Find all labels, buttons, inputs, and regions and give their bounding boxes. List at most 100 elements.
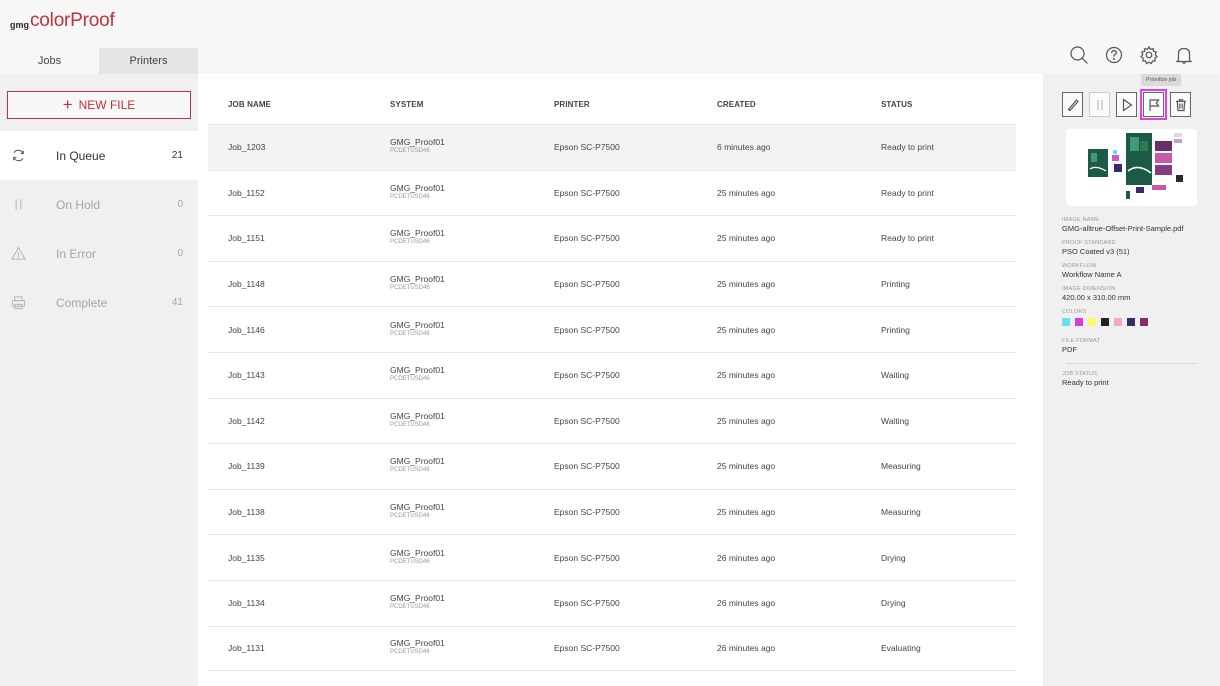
- system-cell: GMG_Proof01 PCDETUSD46: [390, 594, 445, 612]
- printer-cell: Epson SC-P7500: [554, 142, 620, 153]
- image-dimension-label: IMAGE DIMENSION: [1062, 286, 1116, 292]
- details-divider: [1066, 363, 1197, 364]
- printer-cell: Epson SC-P7500: [554, 233, 620, 244]
- system-name: GMG_Proof01: [390, 319, 445, 330]
- main-tabs: Jobs Printers: [0, 48, 198, 74]
- table-row[interactable]: Job_1203 GMG_Proof01 PCDETUSD46 Epson SC…: [208, 124, 1016, 170]
- table-row[interactable]: Job_1148 GMG_Proof01 PCDETUSD46 Epson SC…: [208, 260, 1016, 307]
- sidebar-item-label: On Hold: [56, 197, 101, 212]
- system-name: GMG_Proof01: [390, 228, 445, 239]
- proof-standard-value: PSO Coated v3 (51): [1062, 247, 1130, 256]
- system-code: PCDETUSD46: [390, 376, 430, 383]
- job-name-cell: Job_1203: [228, 142, 266, 153]
- workflow-value: Workflow Name A: [1062, 270, 1122, 279]
- delete-button[interactable]: [1170, 92, 1191, 117]
- system-code: PCDETUSD46: [390, 193, 430, 200]
- edit-icon: [1067, 98, 1079, 111]
- top-toolbar: [1068, 44, 1195, 66]
- status-cell: Drying: [881, 598, 906, 609]
- job-name-cell: Job_1152: [228, 187, 265, 198]
- table-row[interactable]: Job_1139 GMG_Proof01 PCDETUSD46 Epson SC…: [208, 443, 1016, 489]
- table-row[interactable]: Job_1146 GMG_Proof01 PCDETUSD46 Epson SC…: [208, 306, 1016, 352]
- system-name: GMG_Proof01: [390, 456, 445, 467]
- column-header-job-name[interactable]: JOB NAME: [228, 100, 271, 109]
- notification-bell-icon[interactable]: [1173, 44, 1195, 66]
- system-cell: GMG_Proof01 PCDETUSD46: [390, 457, 445, 475]
- job-name-cell: Job_1134: [228, 598, 265, 609]
- jobs-table: JOB NAME SYSTEM PRINTER CREATED STATUS J…: [198, 74, 1043, 686]
- color-swatch: [1114, 318, 1122, 326]
- system-code: PCDETUSD46: [390, 330, 430, 337]
- table-row[interactable]: Job_1151 GMG_Proof01 PCDETUSD46 Epson SC…: [208, 215, 1016, 261]
- color-swatch: [1075, 318, 1083, 326]
- table-row[interactable]: Job_1138 GMG_Proof01 PCDETUSD46 Epson SC…: [208, 488, 1016, 535]
- settings-icon[interactable]: [1138, 44, 1160, 66]
- proof-standard-label: PROOF STANDARD: [1062, 240, 1116, 246]
- system-cell: GMG_Proof01 PCDETUSD46: [390, 319, 445, 339]
- column-header-printer[interactable]: PRINTER: [554, 100, 590, 109]
- help-icon[interactable]: [1103, 44, 1125, 66]
- system-cell: GMG_Proof01 PCDETUSD46: [390, 275, 445, 293]
- sidebar-item-label: In Queue: [56, 148, 106, 163]
- job-name-cell: Job_1148: [228, 279, 265, 290]
- job-status-label: JOB STATUS: [1062, 371, 1098, 377]
- prioritize-job-button[interactable]: [1140, 89, 1167, 120]
- created-cell: 25 minutes ago: [717, 279, 776, 290]
- sidebar: + NEW FILE In Queue 21 On Hold 0 In Erro…: [0, 74, 198, 686]
- tab-jobs[interactable]: Jobs: [0, 48, 99, 74]
- system-cell: GMG_Proof01 PCDETUSD46: [390, 548, 445, 567]
- image-name-field: IMAGE NAME GMG-alltrue-Offset-Print-Samp…: [1062, 217, 1212, 233]
- created-cell: 26 minutes ago: [717, 643, 776, 654]
- color-swatch: [1127, 318, 1135, 326]
- system-cell: GMG_Proof01 PCDETUSD46: [390, 639, 445, 657]
- table-row[interactable]: Job_1152 GMG_Proof01 PCDETUSD46 Epson SC…: [208, 169, 1016, 216]
- column-header-created[interactable]: CREATED: [717, 100, 756, 109]
- file-format-label: FILE FORMAT: [1062, 338, 1101, 344]
- image-name-value: GMG-alltrue-Offset-Print-Sample.pdf: [1062, 224, 1184, 233]
- sidebar-item-label: In Error: [56, 246, 97, 261]
- edit-button[interactable]: [1062, 92, 1083, 117]
- table-row[interactable]: Job_1143 GMG_Proof01 PCDETUSD46 Epson SC…: [208, 351, 1016, 398]
- sidebar-item-label: Complete: [56, 295, 108, 310]
- table-row[interactable]: Job_1142 GMG_Proof01 PCDETUSD46 Epson SC…: [208, 397, 1016, 444]
- status-cell: Drying: [881, 552, 906, 563]
- table-row[interactable]: Job_1131 GMG_Proof01 PCDETUSD46 Epson SC…: [208, 625, 1016, 672]
- created-cell: 6 minutes ago: [717, 142, 771, 153]
- new-file-button[interactable]: + NEW FILE: [7, 91, 191, 119]
- new-file-label: NEW FILE: [78, 98, 136, 112]
- printer-icon: [10, 295, 26, 311]
- sidebar-item-count: 21: [171, 150, 183, 161]
- job-name-cell: Job_1135: [228, 552, 265, 563]
- system-cell: GMG_Proof01 PCDETUSD46: [390, 366, 445, 384]
- job-name-cell: Job_1138: [228, 507, 265, 518]
- table-header: JOB NAME SYSTEM PRINTER CREATED STATUS: [198, 88, 1016, 124]
- job-info: IMAGE NAME GMG-alltrue-Offset-Print-Samp…: [1062, 217, 1212, 394]
- color-swatches: [1062, 318, 1212, 326]
- created-cell: 25 minutes ago: [717, 370, 776, 381]
- created-cell: 25 minutes ago: [717, 324, 776, 335]
- prioritize-tooltip: Prioritize job: [1141, 74, 1182, 86]
- play-button[interactable]: [1116, 92, 1137, 117]
- sidebar-item-in-queue[interactable]: In Queue 21: [0, 131, 198, 180]
- file-format-value: PDF: [1062, 345, 1077, 354]
- column-header-status[interactable]: STATUS: [881, 100, 912, 109]
- system-cell: GMG_Proof01 PCDETUSD46: [390, 182, 445, 202]
- pause-icon: [10, 197, 26, 213]
- pause-button[interactable]: [1089, 92, 1110, 117]
- colors-field: COLORS: [1062, 309, 1212, 326]
- workflow-label: WORKFLOW: [1062, 263, 1097, 269]
- printer-cell: Epson SC-P7500: [554, 370, 620, 381]
- sidebar-item-on-hold[interactable]: On Hold 0: [0, 180, 198, 229]
- system-name: GMG_Proof01: [390, 182, 445, 193]
- sidebar-item-complete[interactable]: Complete 41: [0, 278, 198, 327]
- table-row[interactable]: Job_1134 GMG_Proof01 PCDETUSD46 Epson SC…: [208, 579, 1016, 626]
- table-row[interactable]: Job_1135 GMG_Proof01 PCDETUSD46 Epson SC…: [208, 534, 1016, 580]
- tab-printers[interactable]: Printers: [99, 48, 198, 74]
- color-swatch: [1062, 318, 1070, 326]
- sidebar-item-in-error[interactable]: In Error 0: [0, 229, 198, 278]
- search-icon[interactable]: [1068, 44, 1090, 66]
- sidebar-item-count: 0: [177, 199, 183, 210]
- job-preview-thumbnail: [1066, 129, 1197, 206]
- color-swatch: [1101, 318, 1109, 326]
- column-header-system[interactable]: SYSTEM: [390, 100, 424, 109]
